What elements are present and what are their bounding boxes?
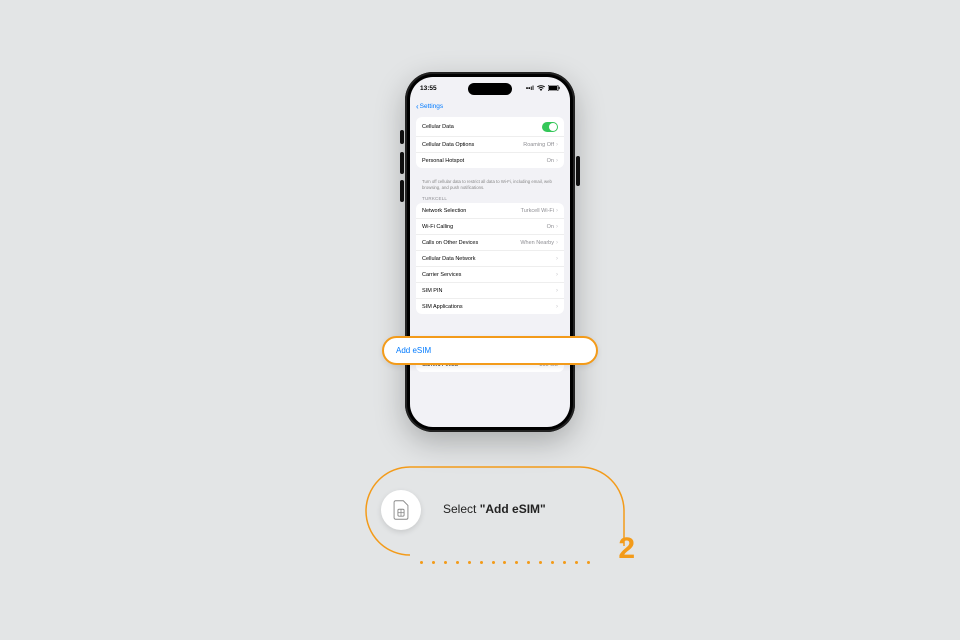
section-carrier: TURKCELL (416, 196, 564, 203)
signal-icon: ••ıl (526, 85, 534, 92)
add-esim-label: Add eSIM (396, 346, 431, 355)
chevron-right-icon: › (556, 240, 558, 246)
status-time: 13:55 (420, 85, 437, 92)
row-label: Network Selection (422, 208, 466, 214)
phone-frame: 13:55 ••ıl ‹ Settings Cellular Data Cell… (405, 72, 575, 432)
settings-content: Cellular Data Cellular Data Options Roam… (410, 113, 570, 372)
battery-icon (548, 85, 560, 91)
instruction-bold: "Add eSIM" (480, 502, 546, 516)
row-value: When Nearby (520, 240, 554, 246)
row-label: Cellular Data Options (422, 142, 474, 148)
phone-power-button (576, 156, 580, 186)
row-cellular-data[interactable]: Cellular Data (416, 117, 564, 137)
row-personal-hotspot[interactable]: Personal Hotspot On› (416, 153, 564, 168)
sim-card-icon (381, 490, 421, 530)
step-number: 2 (618, 532, 635, 566)
chevron-right-icon: › (556, 224, 558, 230)
row-sim-pin[interactable]: SIM PIN › (416, 283, 564, 299)
chevron-right-icon: › (556, 142, 558, 148)
phone-mute-switch (400, 130, 404, 144)
row-cellular-data-options[interactable]: Cellular Data Options Roaming Off› (416, 137, 564, 153)
row-label: SIM Applications (422, 304, 463, 310)
row-label: Wi-Fi Calling (422, 224, 453, 230)
phone-screen: 13:55 ••ıl ‹ Settings Cellular Data Cell… (410, 77, 570, 427)
row-network-selection[interactable]: Network Selection Turkcell Wi-Fi› (416, 203, 564, 219)
row-value: On (547, 158, 554, 164)
row-calls-other-devices[interactable]: Calls on Other Devices When Nearby› (416, 235, 564, 251)
instruction-dots (420, 561, 590, 564)
chevron-right-icon: › (556, 288, 558, 294)
row-cellular-data-network[interactable]: Cellular Data Network › (416, 251, 564, 267)
row-label: Personal Hotspot (422, 158, 464, 164)
row-label: Calls on Other Devices (422, 240, 478, 246)
group-cellular: Cellular Data Cellular Data Options Roam… (416, 117, 564, 168)
phone-volume-down (400, 180, 404, 202)
phone-volume-up (400, 152, 404, 174)
chevron-right-icon: › (556, 208, 558, 214)
wifi-icon (537, 85, 545, 91)
row-label: SIM PIN (422, 288, 442, 294)
nav-back[interactable]: ‹ Settings (410, 99, 570, 113)
instruction-text: Select "Add eSIM" (443, 502, 546, 516)
instruction-card: Select "Add eSIM" 2 (365, 466, 625, 556)
row-label: Carrier Services (422, 272, 461, 278)
chevron-right-icon: › (556, 256, 558, 262)
row-value: Roaming Off (523, 142, 554, 148)
instruction-prefix: Select (443, 502, 480, 516)
row-label: Cellular Data Network (422, 256, 476, 262)
nav-back-label: Settings (420, 103, 444, 110)
row-carrier-services[interactable]: Carrier Services › (416, 267, 564, 283)
row-label: Cellular Data (422, 124, 454, 130)
chevron-left-icon: ‹ (416, 102, 419, 111)
row-sim-applications[interactable]: SIM Applications › (416, 299, 564, 314)
footnote-cellular: Turn off cellular data to restrict all d… (416, 176, 564, 196)
add-esim-highlight[interactable]: Add eSIM (382, 336, 598, 365)
chevron-right-icon: › (556, 158, 558, 164)
dynamic-island (468, 83, 512, 95)
row-value: On (547, 224, 554, 230)
row-wifi-calling[interactable]: Wi-Fi Calling On› (416, 219, 564, 235)
toggle-on-icon[interactable] (542, 122, 558, 132)
chevron-right-icon: › (556, 272, 558, 278)
chevron-right-icon: › (556, 304, 558, 310)
row-value: Turkcell Wi-Fi (521, 208, 554, 214)
group-carrier: Network Selection Turkcell Wi-Fi› Wi-Fi … (416, 203, 564, 314)
